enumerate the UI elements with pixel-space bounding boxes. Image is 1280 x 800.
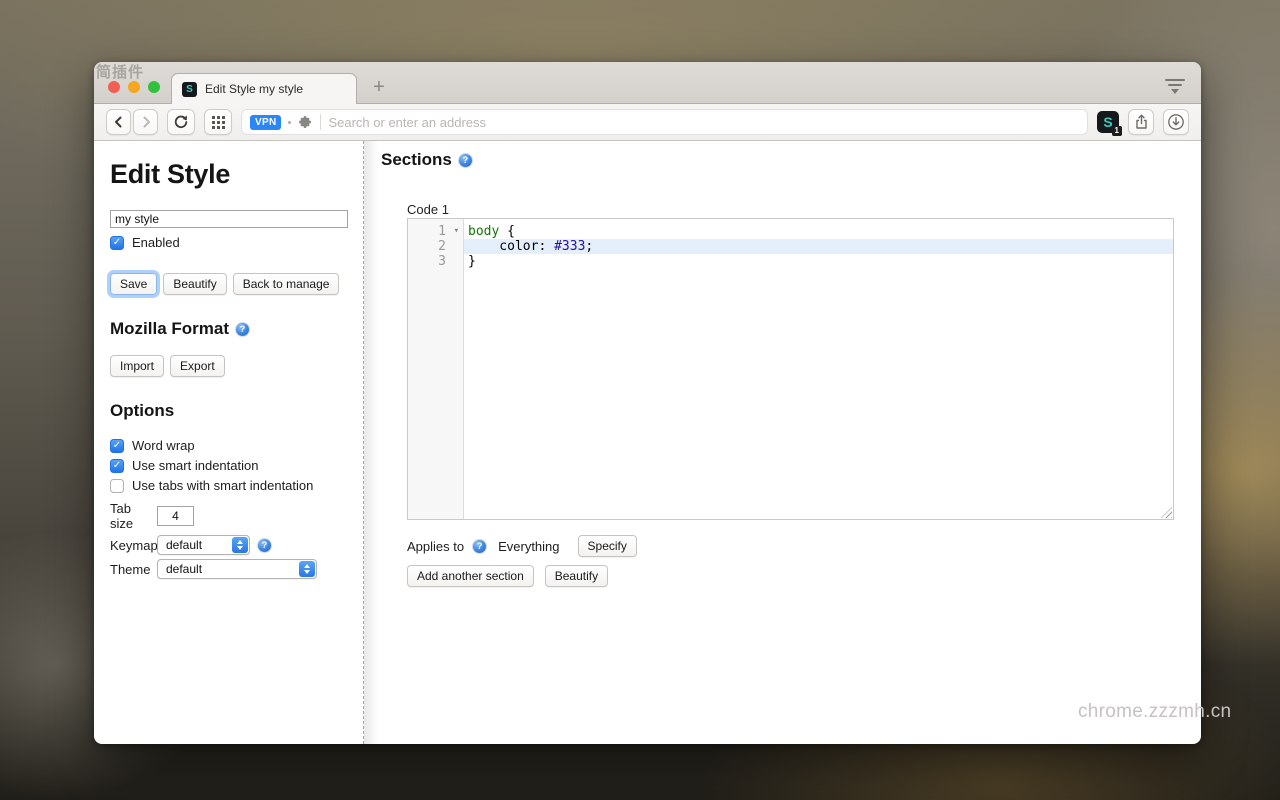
checkbox-label: Word wrap (132, 438, 195, 453)
checkbox-label: Use tabs with smart indentation (132, 478, 313, 493)
select-stepper-icon (299, 561, 315, 577)
reload-icon (173, 114, 189, 130)
share-button[interactable] (1128, 109, 1154, 135)
options-checkbox-list: ✓ Word wrap ✓ Use smart indentation Use tabs… (110, 438, 347, 493)
line-number[interactable]: 3 (408, 254, 463, 269)
tab-title: Edit Style my style (205, 82, 303, 96)
extension-puzzle-icon[interactable] (298, 115, 313, 130)
tab-size-input[interactable] (157, 506, 194, 526)
applies-to-label: Applies to (407, 539, 464, 554)
code-line[interactable]: } (464, 254, 1173, 269)
extension-badge: 1 (1112, 126, 1122, 136)
apps-grid-button[interactable] (204, 109, 232, 135)
back-button[interactable] (106, 109, 131, 135)
new-tab-button[interactable]: + (366, 73, 392, 101)
stylish-extension-button[interactable]: S 1 (1097, 111, 1119, 133)
dot-separator (288, 121, 291, 124)
sections-heading: Sections ? (381, 150, 1175, 170)
keymap-help-icon[interactable]: ? (258, 539, 271, 552)
applies-to-help-icon[interactable]: ? (473, 540, 486, 553)
back-arrow-icon (112, 115, 126, 129)
specify-button[interactable]: Specify (578, 535, 637, 557)
address-divider (320, 114, 321, 130)
checkbox-label: Use smart indentation (132, 458, 258, 473)
code-section-label: Code 1 (407, 202, 1175, 217)
section-beautify-button[interactable]: Beautify (545, 565, 608, 587)
minimize-window-button[interactable] (128, 81, 140, 93)
address-bar[interactable]: VPN Search or enter an address (241, 109, 1088, 135)
enabled-row[interactable]: ✓ Enabled (110, 235, 347, 250)
download-icon (1167, 113, 1185, 131)
theme-label: Theme (110, 562, 157, 577)
forward-arrow-icon (139, 115, 153, 129)
watermark-top-left: 简插件 (96, 61, 144, 82)
mozilla-format-heading: Mozilla Format ? (110, 319, 347, 339)
downloads-button[interactable] (1163, 109, 1189, 135)
beautify-button[interactable]: Beautify (163, 273, 226, 295)
browser-toolbar: VPN Search or enter an address S 1 (94, 104, 1201, 141)
save-button[interactable]: Save (110, 273, 157, 295)
applies-to-value: Everything (498, 539, 559, 554)
theme-select[interactable]: default (157, 559, 317, 579)
theme-value: default (166, 562, 202, 576)
close-window-button[interactable] (108, 81, 120, 93)
browser-window: S Edit Style my style + (94, 62, 1201, 744)
enabled-label: Enabled (132, 235, 180, 250)
fold-arrow-icon[interactable]: ▾ (454, 224, 459, 239)
reload-button[interactable] (167, 109, 195, 135)
add-another-section-button[interactable]: Add another section (407, 565, 534, 587)
mozilla-format-help-icon[interactable]: ? (236, 323, 249, 336)
page-content: Edit Style ✓ Enabled Save Beautify Back … (94, 141, 1201, 744)
editor-gutter: 1▾23 (408, 219, 464, 519)
tab-list-icon[interactable] (1165, 79, 1185, 93)
forward-button[interactable] (133, 109, 158, 135)
enabled-checkbox[interactable]: ✓ (110, 236, 124, 250)
checkbox[interactable] (110, 479, 124, 493)
line-number[interactable]: 1▾ (408, 224, 463, 239)
vpn-badge[interactable]: VPN (250, 115, 281, 130)
checkbox[interactable]: ✓ (110, 459, 124, 473)
editor-code[interactable]: body { color: #333;} (464, 219, 1173, 519)
grid-icon (211, 115, 226, 130)
keymap-value: default (166, 538, 202, 552)
code-line[interactable]: body { (464, 224, 1173, 239)
option-checkbox-row[interactable]: Use tabs with smart indentation (110, 478, 347, 493)
checkbox[interactable]: ✓ (110, 439, 124, 453)
watermark-bottom-right: chrome.zzzmh.cn (1078, 701, 1231, 723)
back-to-manage-button[interactable]: Back to manage (233, 273, 340, 295)
sections-panel: Sections ? Code 1 1▾23 body { color: #33… (364, 141, 1201, 744)
style-name-input[interactable] (110, 210, 348, 228)
options-heading: Options (110, 401, 347, 421)
stylish-favicon-icon: S (182, 82, 197, 97)
tab-strip: S Edit Style my style + (94, 62, 1201, 104)
zoom-window-button[interactable] (148, 81, 160, 93)
edit-style-sidebar: Edit Style ✓ Enabled Save Beautify Back … (94, 141, 364, 744)
tab-size-label: Tab size (110, 501, 157, 531)
keymap-label: Keymap (110, 538, 157, 553)
traffic-lights (108, 81, 160, 93)
option-checkbox-row[interactable]: ✓ Use smart indentation (110, 458, 347, 473)
share-icon (1134, 114, 1149, 130)
code-line[interactable]: color: #333; (464, 239, 1173, 254)
sections-help-icon[interactable]: ? (459, 154, 472, 167)
page-title: Edit Style (110, 159, 347, 190)
keymap-select[interactable]: default (157, 535, 250, 555)
address-placeholder: Search or enter an address (328, 115, 486, 130)
import-button[interactable]: Import (110, 355, 164, 377)
code-editor[interactable]: 1▾23 body { color: #333;} (407, 218, 1174, 520)
option-checkbox-row[interactable]: ✓ Word wrap (110, 438, 347, 453)
browser-tab[interactable]: S Edit Style my style (171, 73, 357, 104)
select-stepper-icon (232, 537, 248, 553)
line-number[interactable]: 2 (408, 239, 463, 254)
export-button[interactable]: Export (170, 355, 225, 377)
